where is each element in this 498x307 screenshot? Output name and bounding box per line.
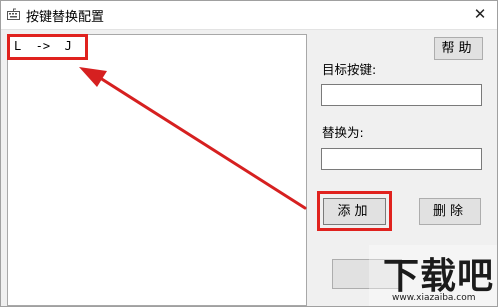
list-item-highlight-box (7, 34, 88, 60)
key-replace-config-window: 按键替换配置 ✕ L -> J 帮助 目标按键: 替换为: 添加 删除 下载吧 … (0, 0, 498, 307)
target-key-label: 目标按键: (322, 62, 377, 77)
mapping-list[interactable]: L -> J (7, 34, 307, 306)
watermark-logo-text: 下载吧 (383, 256, 495, 297)
add-button-highlight-box (317, 191, 392, 231)
keyboard-app-icon (7, 8, 20, 20)
watermark-url: www.xiazaiba.com (392, 293, 476, 303)
target-key-field[interactable] (321, 84, 482, 106)
delete-button[interactable]: 删除 (419, 198, 481, 225)
close-icon: ✕ (473, 5, 487, 23)
window-title: 按键替换配置 (26, 10, 105, 25)
replace-with-label: 替换为: (322, 125, 364, 140)
close-button[interactable]: ✕ (469, 3, 491, 25)
replace-with-field[interactable] (321, 148, 482, 170)
title-bar: 按键替换配置 ✕ (1, 1, 497, 30)
help-button[interactable]: 帮助 (434, 37, 483, 60)
